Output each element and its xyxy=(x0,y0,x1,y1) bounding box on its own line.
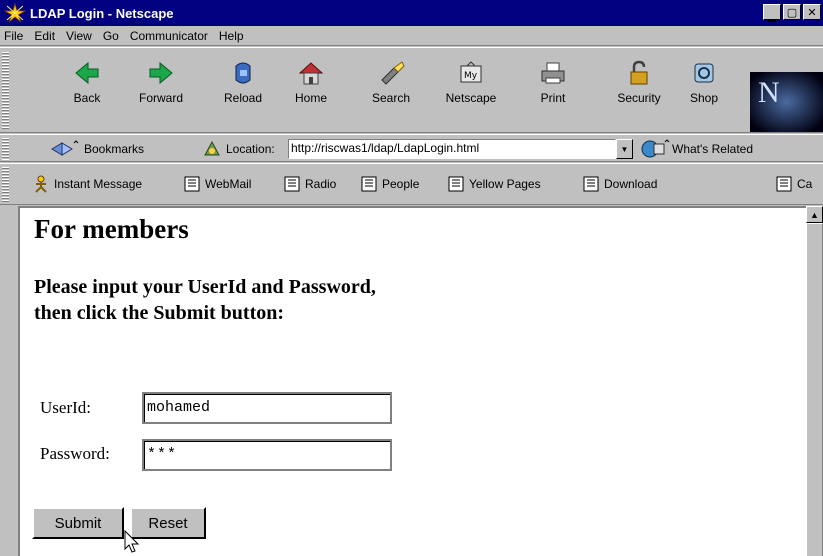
ca-bookmark-icon xyxy=(776,176,792,192)
menu-file[interactable]: File xyxy=(4,29,23,43)
reload-button[interactable]: Reload xyxy=(212,58,274,105)
personal-item-instant-message[interactable]: Instant Message xyxy=(32,175,142,193)
reset-button[interactable]: Reset xyxy=(130,507,206,539)
radio-bookmark-icon xyxy=(284,176,300,192)
menu-communicator[interactable]: Communicator xyxy=(130,29,208,43)
personal-item-yellow-pages[interactable]: Yellow Pages xyxy=(447,175,541,193)
location-label-group: Location: xyxy=(203,140,275,158)
people-bookmark-icon xyxy=(361,176,377,192)
back-button[interactable]: Back xyxy=(56,58,118,105)
toolbar-grip[interactable] xyxy=(2,52,9,130)
personal-item-webmail[interactable]: WebMail xyxy=(183,175,251,193)
close-button[interactable]: ✕ xyxy=(803,4,821,20)
personal-grip[interactable] xyxy=(2,167,9,203)
userid-label: UserId: xyxy=(40,398,91,417)
yellow-pages-label: Yellow Pages xyxy=(469,177,541,191)
instruction-line-2: then click the Submit button: xyxy=(34,302,285,324)
personal-item-ca[interactable]: Ca xyxy=(775,175,812,193)
back-arrow-icon xyxy=(75,61,99,85)
svg-text:My: My xyxy=(464,71,478,81)
download-bookmark-icon xyxy=(583,176,599,192)
personal-toolbar: Instant Message WebMail Radio People Yel… xyxy=(0,163,823,205)
submit-button[interactable]: Submit xyxy=(32,507,124,539)
shop-icon xyxy=(694,63,714,83)
webmail-label: WebMail xyxy=(205,177,252,191)
location-label: Location: xyxy=(226,142,275,156)
location-page-icon xyxy=(204,140,220,156)
maximize-button[interactable]: ▢ xyxy=(783,4,801,20)
instructions: Please input your UserId and Password, t… xyxy=(34,274,376,326)
window-title: LDAP Login - Netscape xyxy=(30,5,174,21)
security-button[interactable]: Security xyxy=(608,58,670,105)
people-label: People xyxy=(382,177,420,191)
bookmarks-icon xyxy=(51,140,79,156)
radio-label: Radio xyxy=(305,177,337,191)
instant-message-icon xyxy=(35,175,47,193)
download-label: Download xyxy=(604,177,658,191)
search-button[interactable]: Search xyxy=(360,58,422,105)
scroll-up-button[interactable]: ▲ xyxy=(806,206,823,223)
page-content: For members Please input your UserId and… xyxy=(18,206,806,556)
whats-related-icon xyxy=(641,139,670,158)
svg-text:N: N xyxy=(758,76,780,109)
back-label: Back xyxy=(73,91,101,105)
mouse-cursor-icon xyxy=(124,530,140,553)
location-url-input[interactable]: http://riscwas1/ldap/LdapLogin.html xyxy=(288,139,616,159)
webmail-bookmark-icon xyxy=(184,176,200,192)
instruction-line-1: Please input your UserId and Password, xyxy=(34,276,376,298)
minimize-button[interactable]: ▁ xyxy=(763,4,781,22)
print-button[interactable]: Print xyxy=(522,58,584,105)
location-dropdown-button[interactable]: ▼ xyxy=(616,139,633,159)
print-label: Print xyxy=(540,91,566,105)
home-button[interactable]: Home xyxy=(280,58,342,105)
home-icon xyxy=(298,62,324,85)
security-label: Security xyxy=(617,91,661,105)
title-bar: LDAP Login - Netscape ▁ ▢ ✕ xyxy=(0,0,823,26)
menu-go[interactable]: Go xyxy=(103,29,119,43)
menu-bar: File Edit View Go Communicator Help xyxy=(0,26,823,46)
reload-icon xyxy=(235,62,251,84)
yellow-pages-bookmark-icon xyxy=(448,176,464,192)
reload-label: Reload xyxy=(223,91,263,105)
bookmarks-button[interactable]: Bookmarks xyxy=(50,140,144,158)
shop-button[interactable]: Shop xyxy=(678,58,730,105)
page-heading: For members xyxy=(34,214,189,244)
forward-arrow-icon xyxy=(149,61,173,85)
bookmarks-label: Bookmarks xyxy=(84,142,145,156)
navigation-toolbar: Back Forward Reload Home Search My Netsc… xyxy=(0,47,823,133)
search-flashlight-icon xyxy=(381,61,405,85)
my-netscape-icon: My xyxy=(460,61,482,83)
menu-view[interactable]: View xyxy=(66,29,92,43)
printer-icon xyxy=(541,62,565,84)
netscape-logo-icon: N xyxy=(750,72,823,132)
password-label: Password: xyxy=(40,444,110,463)
password-input[interactable]: *** xyxy=(142,439,392,471)
personal-item-download[interactable]: Download xyxy=(582,175,657,193)
whats-related-button[interactable]: What's Related xyxy=(640,139,753,159)
netscape-logo[interactable]: N xyxy=(750,72,823,132)
netscape-app-icon xyxy=(4,3,26,23)
ca-label: Ca xyxy=(797,177,813,191)
vertical-scrollbar[interactable]: ▲ xyxy=(806,206,823,556)
scroll-thumb[interactable] xyxy=(806,223,823,556)
whats-related-label: What's Related xyxy=(672,142,753,156)
forward-label: Forward xyxy=(138,91,183,105)
menu-edit[interactable]: Edit xyxy=(34,29,55,43)
userid-input[interactable]: mohamed xyxy=(142,392,392,424)
forward-button[interactable]: Forward xyxy=(130,58,192,105)
lock-icon xyxy=(630,60,648,85)
shop-label: Shop xyxy=(689,91,719,105)
netscape-label: Netscape xyxy=(445,91,497,105)
home-label: Home xyxy=(294,91,327,105)
netscape-button[interactable]: My Netscape xyxy=(440,58,502,105)
menu-help[interactable]: Help xyxy=(219,29,244,43)
content-left-border xyxy=(0,206,18,556)
instant-message-label: Instant Message xyxy=(54,177,143,191)
personal-item-radio[interactable]: Radio xyxy=(283,175,336,193)
personal-item-people[interactable]: People xyxy=(360,175,419,193)
search-label: Search xyxy=(371,91,411,105)
location-grip[interactable] xyxy=(2,138,9,160)
location-toolbar: Bookmarks Location: http://riscwas1/ldap… xyxy=(0,134,823,162)
